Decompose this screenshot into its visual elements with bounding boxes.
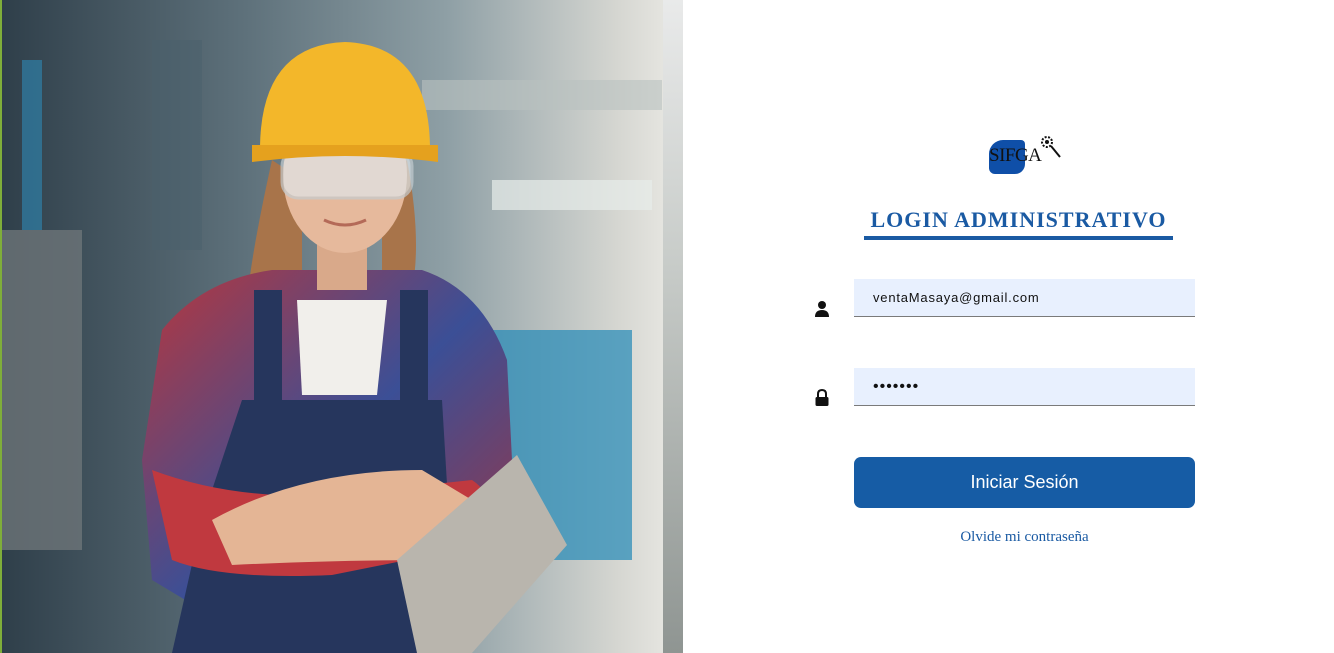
login-panel: SIFGA LOGIN ADMINISTRATIVO Iniciar Sesió… — [683, 0, 1334, 653]
login-title: LOGIN ADMINISTRATIVO — [864, 206, 1173, 240]
email-field[interactable] — [854, 279, 1195, 317]
hero-photo — [0, 0, 683, 653]
login-button[interactable]: Iniciar Sesión — [854, 457, 1195, 508]
password-field[interactable] — [854, 368, 1195, 406]
logo-text: SIFGA — [989, 145, 1042, 166]
login-page: SIFGA LOGIN ADMINISTRATIVO Iniciar Sesió… — [0, 0, 1334, 653]
user-icon — [815, 301, 829, 317]
sifga-logo: SIFGA — [989, 133, 1065, 177]
photo-edge — [663, 0, 683, 653]
lock-icon — [815, 389, 829, 406]
worker-illustration — [2, 0, 683, 653]
gear-magnifier-icon — [1041, 136, 1061, 158]
forgot-password-link[interactable]: Olvide mi contraseña — [854, 528, 1195, 546]
